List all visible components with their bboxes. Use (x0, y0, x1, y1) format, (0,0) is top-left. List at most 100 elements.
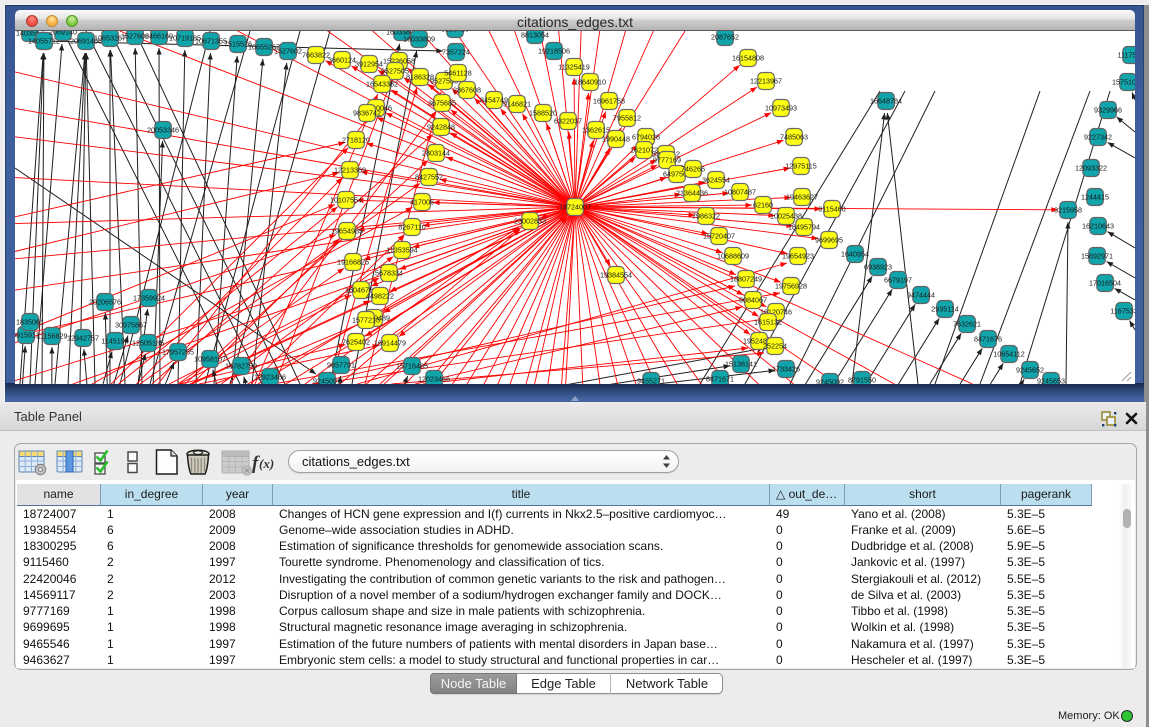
svg-text:9084067: 9084067 (739, 295, 767, 304)
svg-text:1733426: 1733426 (772, 364, 800, 373)
svg-text:8813054: 8813054 (521, 31, 549, 39)
svg-text:10654112: 10654112 (993, 349, 1024, 358)
svg-text:4498222: 4498222 (366, 291, 394, 300)
svg-text:7632621: 7632621 (953, 319, 981, 328)
svg-text:7485063: 7485063 (780, 132, 808, 141)
svg-text:6679197: 6679197 (884, 275, 912, 284)
svg-text:1117523: 1117523 (1118, 50, 1135, 59)
svg-text:9699695: 9699695 (815, 235, 843, 244)
svg-text:2803144: 2803144 (422, 148, 450, 157)
svg-text:2935114: 2935114 (931, 304, 958, 313)
svg-text:16782759: 16782759 (225, 361, 257, 370)
svg-text:2867608: 2867608 (453, 85, 481, 94)
svg-text:17016504: 17016504 (1089, 278, 1121, 287)
svg-text:18640910: 18640910 (574, 77, 606, 86)
svg-text:16961758: 16961758 (593, 96, 625, 105)
svg-text:19654923: 19654923 (782, 251, 814, 260)
svg-text:9777169: 9777169 (653, 155, 681, 164)
svg-text:9245653: 9245653 (1037, 376, 1065, 384)
svg-text:19218506: 19218506 (538, 46, 570, 55)
svg-text:3660124: 3660124 (328, 55, 356, 64)
svg-text:11156829: 11156829 (37, 331, 68, 340)
svg-text:10958107: 10958107 (194, 354, 226, 363)
svg-text:9329966: 9329966 (1094, 105, 1122, 114)
svg-text:1640954: 1640954 (841, 249, 869, 258)
svg-text:1362615: 1362615 (582, 125, 610, 134)
svg-text:12942757: 12942757 (67, 333, 99, 342)
svg-text:15716485: 15716485 (396, 361, 428, 370)
svg-text:9857791: 9857791 (327, 360, 355, 369)
svg-text:9474444: 9474444 (907, 290, 935, 299)
svg-text:12975115: 12975115 (785, 161, 816, 170)
svg-text:5678334: 5678334 (375, 268, 403, 277)
svg-text:19756928: 19756928 (775, 281, 807, 290)
svg-text:9227342: 9227342 (1084, 132, 1112, 141)
svg-text:8155726: 8155726 (441, 31, 469, 33)
svg-text:10671355: 10671355 (195, 36, 227, 45)
svg-text:10688609: 10688609 (717, 251, 749, 260)
svg-text:8427552: 8427552 (415, 172, 443, 181)
svg-text:1527602: 1527602 (274, 46, 302, 55)
svg-text:18807249: 18807249 (730, 274, 762, 283)
svg-text:17359924: 17359924 (133, 293, 165, 302)
svg-text:16210643: 16210643 (1082, 221, 1114, 230)
svg-text:30975867: 30975867 (115, 320, 147, 329)
svg-text:12923466: 12923466 (254, 372, 286, 381)
svg-text:3912954: 3912954 (355, 59, 383, 68)
svg-text:16154808: 16154808 (732, 53, 764, 62)
svg-text:8267110: 8267110 (398, 222, 425, 231)
svg-text:20053346: 20053346 (147, 125, 179, 134)
svg-text:9115460: 9115460 (818, 204, 845, 213)
svg-text:15751074: 15751074 (1112, 77, 1135, 86)
svg-text:2718120: 2718120 (342, 135, 370, 144)
svg-text:3215958: 3215958 (1054, 205, 1082, 214)
svg-text:9245091: 9245091 (313, 376, 341, 384)
svg-text:18495794: 18495794 (788, 222, 820, 231)
svg-text:16914479: 16914479 (374, 338, 406, 347)
svg-text:5461128: 5461128 (444, 68, 471, 77)
svg-text:9455271: 9455271 (637, 376, 665, 384)
svg-text:1990448: 1990448 (602, 134, 630, 143)
svg-text:7625402: 7625402 (342, 337, 370, 346)
svg-text:1244415: 1244415 (1081, 192, 1109, 201)
svg-text:12213967: 12213967 (750, 76, 782, 85)
svg-text:11353594: 11353594 (386, 245, 417, 254)
svg-text:6322037: 6322037 (554, 116, 582, 125)
svg-text:18724007: 18724007 (559, 202, 591, 211)
svg-text:23002833: 23002833 (514, 216, 546, 225)
svg-text:20206576: 20206576 (89, 297, 121, 306)
svg-text:16648784: 16648784 (870, 96, 902, 105)
svg-text:12093322: 12093322 (1075, 163, 1107, 172)
svg-text:7663822: 7663822 (302, 50, 330, 59)
svg-text:10107554: 10107554 (330, 195, 362, 204)
svg-text:6794028: 6794028 (632, 132, 660, 141)
svg-text:1588520: 1588520 (529, 108, 557, 117)
svg-text:1577213: 1577213 (352, 315, 380, 324)
svg-text:19654985: 19654985 (331, 226, 363, 235)
svg-text:19384554: 19384554 (600, 270, 632, 279)
svg-text:15136141: 15136141 (725, 359, 757, 368)
svg-text:11325419: 11325419 (558, 62, 589, 71)
svg-text:9242848: 9242848 (427, 122, 455, 131)
svg-text:3624554: 3624554 (702, 175, 730, 184)
svg-text:15692971: 15692971 (1081, 251, 1113, 260)
svg-text:252254: 252254 (763, 341, 787, 350)
svg-text:7955812: 7955812 (613, 113, 641, 122)
svg-text:15720407: 15720407 (703, 231, 735, 240)
svg-text:12213369: 12213369 (334, 165, 366, 174)
svg-text:16033809: 16033809 (403, 34, 435, 43)
svg-text:1167533: 1167533 (1110, 306, 1135, 315)
svg-text:8471671: 8471671 (706, 374, 734, 383)
svg-text:9146821: 9146821 (503, 99, 531, 108)
svg-text:1145194: 1145194 (101, 336, 128, 345)
svg-text:9836742: 9836742 (353, 108, 381, 117)
svg-text:8791550: 8791550 (848, 375, 876, 384)
svg-text:7357224: 7357224 (442, 47, 470, 56)
svg-text:62160: 62160 (753, 200, 773, 209)
svg-text:10807487: 10807487 (724, 187, 756, 196)
svg-text:1615132: 1615132 (754, 317, 782, 326)
svg-text:16543382: 16543382 (366, 79, 398, 88)
svg-text:(x): (x) (259, 456, 274, 471)
svg-text:9527505: 9527505 (381, 66, 409, 75)
svg-text:21364436: 21364436 (676, 188, 708, 197)
